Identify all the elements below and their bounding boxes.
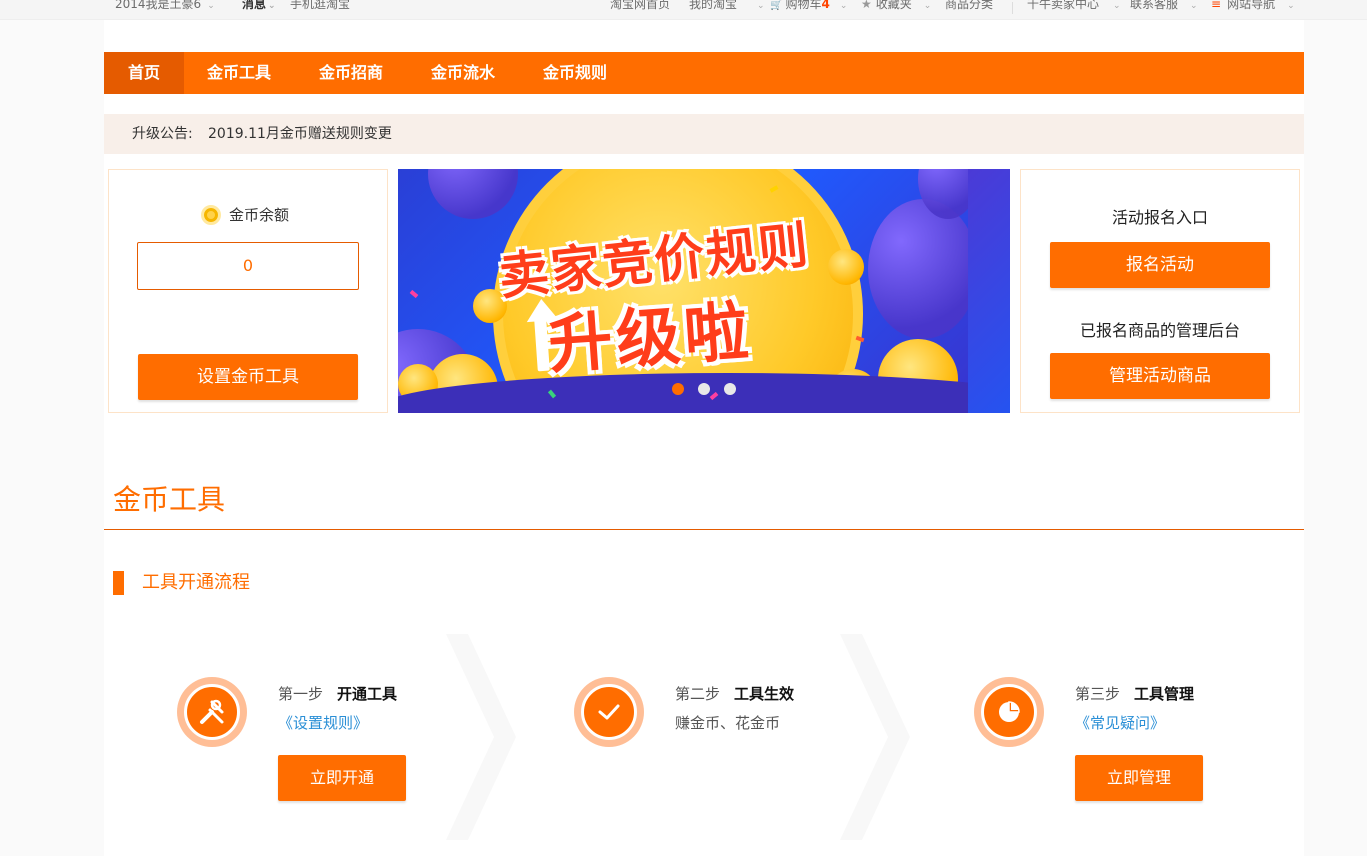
tab-coin-rules[interactable]: 金币规则	[530, 52, 620, 94]
seller-center-label: 千牛卖家中心	[1027, 0, 1100, 11]
categories-link[interactable]: 商品分类	[945, 0, 993, 12]
balance-title: 金币余额	[201, 204, 289, 226]
chevron-down-icon: ⌄	[1190, 1, 1198, 11]
manage-activity-goods-button[interactable]: 管理活动商品	[1050, 353, 1270, 399]
tab-home[interactable]: 首页	[104, 52, 184, 94]
signup-activity-button[interactable]: 报名活动	[1050, 242, 1270, 288]
tab-coin-flow[interactable]: 金币流水	[418, 52, 508, 94]
faq-link[interactable]: 《常见疑问》	[1075, 713, 1165, 733]
chevron-down-icon: ⌄	[757, 1, 765, 11]
user-menu[interactable]: 2014我是土豪6 ⌄	[115, 0, 215, 12]
step-2-desc: 赚金币、花金币	[675, 714, 781, 732]
notice-label: 升级公告:	[132, 126, 193, 142]
my-taobao-label: 我的淘宝	[689, 0, 738, 11]
activate-now-button[interactable]: 立即开通	[278, 755, 406, 801]
step-3-name: 工具管理	[1134, 685, 1195, 703]
manage-label: 已报名商品的管理后台	[1079, 321, 1240, 340]
chevron-down-icon: ⌄	[1287, 1, 1295, 11]
banner-decoration	[409, 289, 419, 299]
setup-coin-tool-button[interactable]: 设置金币工具	[138, 354, 358, 400]
balance-value: 0	[137, 242, 359, 290]
subtitle: 工具开通流程	[142, 572, 250, 593]
banner-pagination	[672, 380, 750, 395]
manage-now-button[interactable]: 立即管理	[1075, 755, 1203, 801]
cart-label: 购物车	[785, 0, 822, 11]
banner-dot[interactable]	[698, 383, 710, 395]
chevron-down-icon: ⌄	[839, 1, 848, 11]
banner-dot[interactable]	[724, 383, 736, 395]
step-2-num: 第二步	[675, 685, 721, 703]
notice-link[interactable]: 2019.11月金币赠送规则变更	[208, 114, 392, 154]
promo-banner[interactable]: 卖家竞价规则 升级啦	[398, 169, 1010, 413]
my-taobao-menu[interactable]: 我的淘宝 ⌄	[689, 0, 765, 12]
step-3-label: 第三步 工具管理	[1075, 684, 1194, 704]
main-nav: 首页 金币工具 金币招商 金币流水 金币规则	[104, 52, 1304, 94]
step-1-name: 开通工具	[337, 685, 398, 703]
banner-dot[interactable]	[672, 383, 684, 395]
site-top-bar: 2014我是土豪6 ⌄ 消息 ⌄ 手机逛淘宝 淘宝网首页 我的淘宝 ⌄ 🛒 购物车4 ⌄ …	[0, 0, 1367, 20]
divider	[1012, 2, 1013, 14]
site-nav-label: 网站导航	[1227, 0, 1276, 11]
messages-label: 消息	[242, 0, 267, 11]
favorites-menu[interactable]: ★ 收藏夹 ⌄	[861, 0, 931, 12]
customer-service-menu[interactable]: 联系客服 ⌄	[1130, 0, 1198, 12]
menu-icon: ≡	[1211, 0, 1222, 11]
activity-card: 活动报名入口 报名活动 已报名商品的管理后台 管理活动商品	[1020, 169, 1300, 413]
steps-panel	[104, 634, 1304, 840]
chevron-down-icon: ⌄	[1113, 1, 1121, 11]
step-2-name: 工具生效	[734, 685, 795, 703]
banner-decoration	[428, 169, 518, 219]
site-nav-menu[interactable]: ≡ 网站导航 ⌄	[1211, 0, 1295, 12]
mobile-link[interactable]: 手机逛淘宝	[290, 0, 350, 12]
pie-chart-icon	[974, 677, 1044, 747]
chevron-down-icon: ⌄	[923, 1, 932, 11]
favorites-label: 收藏夹	[875, 0, 912, 11]
seller-center-menu[interactable]: 千牛卖家中心 ⌄	[1027, 0, 1121, 12]
star-icon: ★	[861, 0, 872, 11]
step-1-label: 第一步 开通工具	[278, 684, 397, 704]
tab-coin-merchants[interactable]: 金币招商	[306, 52, 396, 94]
banner-decoration	[868, 199, 978, 339]
tools-icon	[177, 677, 247, 747]
section-title: 金币工具	[113, 483, 226, 516]
taobao-home-link[interactable]: 淘宝网首页	[610, 0, 670, 12]
check-icon	[574, 677, 644, 747]
customer-service-label: 联系客服	[1130, 0, 1179, 11]
coin-icon	[201, 205, 221, 225]
banner-next-slide-preview	[968, 169, 1010, 413]
chevron-down-icon: ⌄	[268, 1, 276, 11]
notice-bar: 升级公告: 2019.11月金币赠送规则变更	[104, 114, 1304, 154]
chevron-down-icon: ⌄	[207, 1, 215, 11]
cart-icon: 🛒	[770, 0, 783, 11]
step-2-label: 第二步 工具生效	[675, 684, 794, 704]
cart-count: 4	[821, 0, 830, 11]
username: 2014我是土豪6	[115, 0, 202, 11]
messages-link[interactable]: 消息 ⌄	[242, 0, 276, 12]
banner-subheadline: 升级啦	[546, 294, 755, 384]
subtitle-marker	[113, 571, 124, 595]
signup-label: 活动报名入口	[1111, 208, 1208, 227]
banner-coin	[828, 249, 864, 285]
cart-menu[interactable]: 🛒 购物车4 ⌄	[770, 0, 847, 12]
section-divider	[104, 529, 1304, 530]
balance-title-text: 金币余额	[229, 206, 290, 224]
step-3-num: 第三步	[1075, 685, 1121, 703]
tab-coin-tools[interactable]: 金币工具	[194, 52, 284, 94]
setup-rules-link[interactable]: 《设置规则》	[278, 713, 368, 733]
balance-card: 金币余额 0 设置金币工具	[108, 169, 388, 413]
step-1-num: 第一步	[278, 685, 324, 703]
